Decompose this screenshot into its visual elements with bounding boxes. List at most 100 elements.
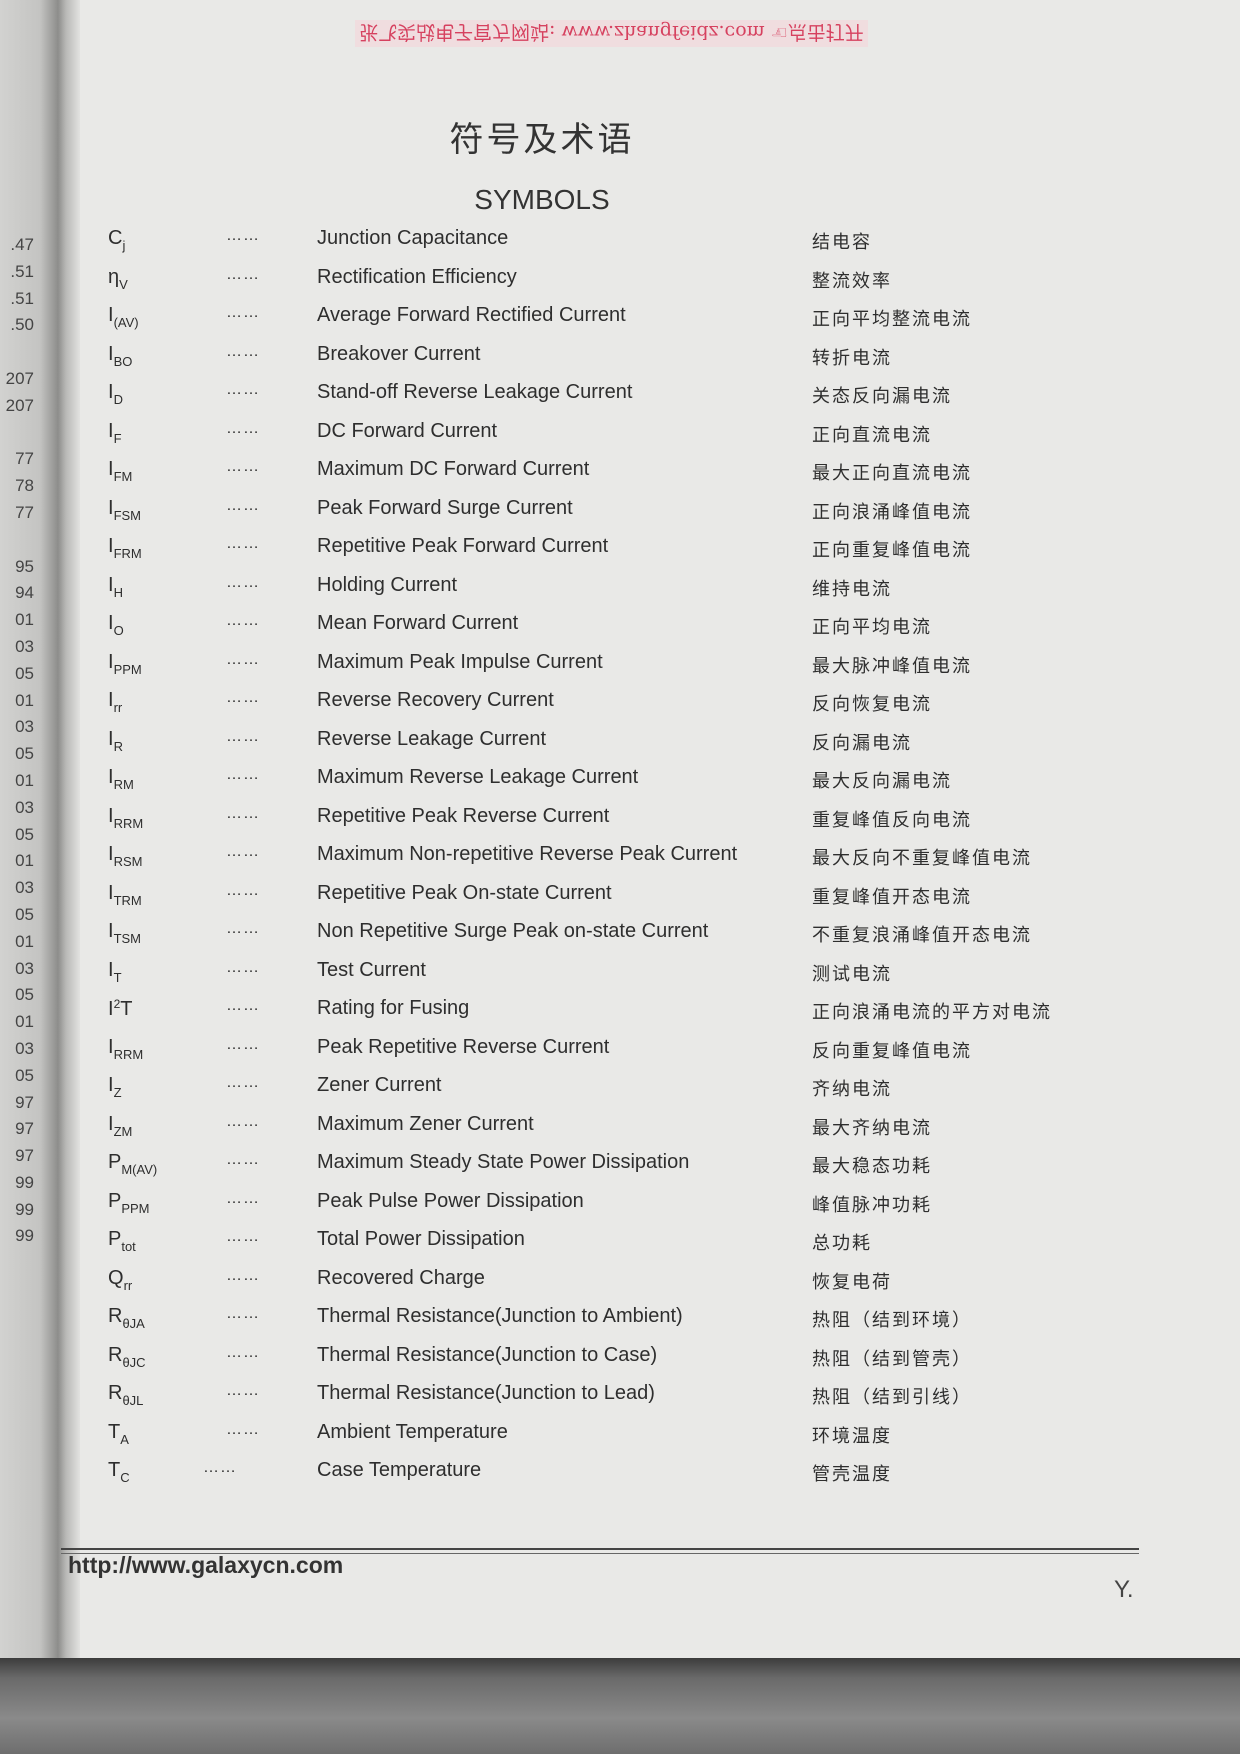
term-chinese: 最大反向不重复峰值电流 <box>812 848 1032 869</box>
symbol: IO <box>108 612 124 638</box>
leader-dots: …… <box>226 612 260 629</box>
symbol-row: IBO …… Breakover Current 转折电流 <box>0 341 1200 380</box>
term-chinese: 维持电流 <box>812 578 892 600</box>
symbol-subscript: D <box>113 392 123 407</box>
term-english: Reverse Leakage Current <box>317 727 547 750</box>
leader-dots: …… <box>226 227 260 244</box>
term-chinese: 热阻（结到引线） <box>812 1387 972 1408</box>
term-chinese: 正向浪涌电流的平方对电流 <box>812 1002 1052 1023</box>
symbol-row: IO …… Mean Forward Current 正向平均电流 <box>0 610 1200 649</box>
term-english: Repetitive Peak Reverse Current <box>317 804 610 827</box>
symbol-base: η <box>108 265 120 288</box>
term-english: Non Repetitive Surge Peak on-state Curre… <box>317 920 709 942</box>
term-english: Average Forward Rectified Current <box>317 304 626 326</box>
symbol-subscript: TSM <box>113 931 142 946</box>
symbol-row: IF …… DC Forward Current 正向直流电流 <box>0 418 1200 457</box>
symbol: ID <box>108 381 123 407</box>
symbol-subscript: M(AV) <box>121 1162 158 1177</box>
leader-dots: …… <box>226 304 260 321</box>
term-chinese: 正向浪涌峰值电流 <box>812 501 972 523</box>
symbols-list: Cj …… Junction Capacitance 结电容 ηV …… Rectifica… <box>0 225 1200 1496</box>
term-english: Peak Repetitive Reverse Current <box>317 1035 610 1058</box>
symbol-subscript: C <box>120 1470 130 1485</box>
term-chinese: 正向平均整流电流 <box>812 309 972 330</box>
page-title-en: SYMBOLS <box>474 184 610 215</box>
symbol-subscript: tot <box>121 1239 136 1254</box>
symbol: ITSM <box>108 920 141 946</box>
leader-dots: …… <box>226 573 260 591</box>
symbol-base: C <box>108 227 123 249</box>
symbol-row: Irr …… Reverse Recovery Current 反向恢复电流 <box>0 687 1200 726</box>
leader-dots: …… <box>226 689 260 706</box>
symbol-subscript: Z <box>113 1085 122 1100</box>
term-english: Maximum Steady State Power Dissipation <box>317 1151 690 1173</box>
term-english: Peak Forward Surge Current <box>317 496 573 519</box>
symbol-subscript: RM <box>113 777 134 792</box>
symbol: PM(AV) <box>108 1151 157 1177</box>
term-english: Maximum Non-repetitive Reverse Peak Curr… <box>317 843 738 865</box>
term-chinese: 正向直流电流 <box>812 424 932 446</box>
symbol-subscript: θJC <box>122 1354 146 1370</box>
symbol: IZ <box>108 1074 122 1100</box>
term-chinese: 不重复浪涌峰值开态电流 <box>812 925 1032 946</box>
term-chinese: 反向恢复电流 <box>812 694 932 715</box>
symbol-row: IPPM …… Maximum Peak Impulse Current 最大脉冲峰值… <box>0 649 1200 688</box>
term-english: Thermal Resistance(Junction to Lead) <box>317 1382 655 1404</box>
symbol: Cj <box>108 227 125 253</box>
symbol: IT <box>108 959 122 985</box>
symbol-row: ηV …… Rectification Efficiency 整流效率 <box>0 264 1200 303</box>
symbol-row: I(AV) …… Average Forward Rectified Current… <box>0 302 1200 341</box>
symbol-base: Q <box>108 1266 124 1289</box>
symbol-subscript: ZM <box>113 1123 133 1139</box>
term-chinese: 齐纳电流 <box>812 1079 892 1100</box>
symbol-row: IFM …… Maximum DC Forward Current 最大正向直流电流 <box>0 456 1200 495</box>
leader-dots: …… <box>226 920 260 937</box>
leader-dots: …… <box>226 381 260 398</box>
term-english: Repetitive Peak Forward Current <box>317 535 609 557</box>
symbol-row: Ptot …… Total Power Dissipation 总功耗 <box>0 1226 1200 1265</box>
symbol: ITRM <box>108 882 142 908</box>
symbol-subscript: PPM <box>121 1200 150 1216</box>
symbol-subscript: rr <box>123 1277 133 1293</box>
term-english: Repetitive Peak On-state Current <box>317 881 612 904</box>
term-english: Peak Pulse Power Dissipation <box>317 1189 584 1212</box>
leader-dots: …… <box>226 342 260 360</box>
term-chinese: 整流效率 <box>812 270 892 292</box>
symbol-base: R <box>108 1343 123 1366</box>
symbol-subscript: BO <box>113 353 133 369</box>
term-english: Thermal Resistance(Junction to Ambient) <box>317 1305 683 1327</box>
corner-mark: Y. <box>1114 1576 1134 1603</box>
watermark-top: 张飞实战电子官方网站: www.zhangfeidz.com ☜点击打开 <box>355 20 868 47</box>
symbol-row: ITRM …… Repetitive Peak On-state Current 重复… <box>0 880 1200 919</box>
leader-dots: …… <box>226 419 260 437</box>
symbol: IFM <box>108 458 132 484</box>
symbol-base: P <box>108 1228 122 1250</box>
symbol-row: I2T …… Rating for Fusing 正向浪涌电流的平方对电流 <box>0 995 1200 1034</box>
leader-dots: …… <box>226 1189 260 1207</box>
term-english: DC Forward Current <box>317 419 498 442</box>
term-english: Holding Current <box>317 573 458 596</box>
symbol: IPPM <box>108 651 142 677</box>
symbol-subscript: H <box>113 584 123 600</box>
term-english: Recovered Charge <box>317 1266 485 1289</box>
term-chinese: 恢复电荷 <box>812 1271 892 1293</box>
term-english: Maximum Reverse Leakage Current <box>317 766 639 788</box>
term-chinese: 最大齐纳电流 <box>812 1117 932 1139</box>
symbol-base: R <box>108 1382 123 1404</box>
symbol-subscript: j <box>122 238 126 253</box>
term-english: Maximum DC Forward Current <box>317 458 590 480</box>
leader-dots: …… <box>226 1420 260 1438</box>
term-chinese: 正向平均电流 <box>812 617 932 638</box>
term-chinese: 热阻（结到管壳） <box>812 1348 972 1370</box>
leader-dots: …… <box>203 1459 237 1476</box>
symbol-subscript: T <box>113 969 122 985</box>
symbol-subscript: θJA <box>122 1316 145 1331</box>
leader-dots: …… <box>226 265 260 283</box>
symbol-row: TA …… Ambient Temperature 环境温度 <box>0 1419 1200 1458</box>
leader-dots: …… <box>226 727 260 745</box>
term-english: Junction Capacitance <box>317 227 509 249</box>
symbol-base: P <box>108 1189 122 1212</box>
symbol: IFRM <box>108 535 142 561</box>
symbol: ηV <box>108 266 128 292</box>
page-title-cn: 符号及术语 <box>449 120 635 160</box>
